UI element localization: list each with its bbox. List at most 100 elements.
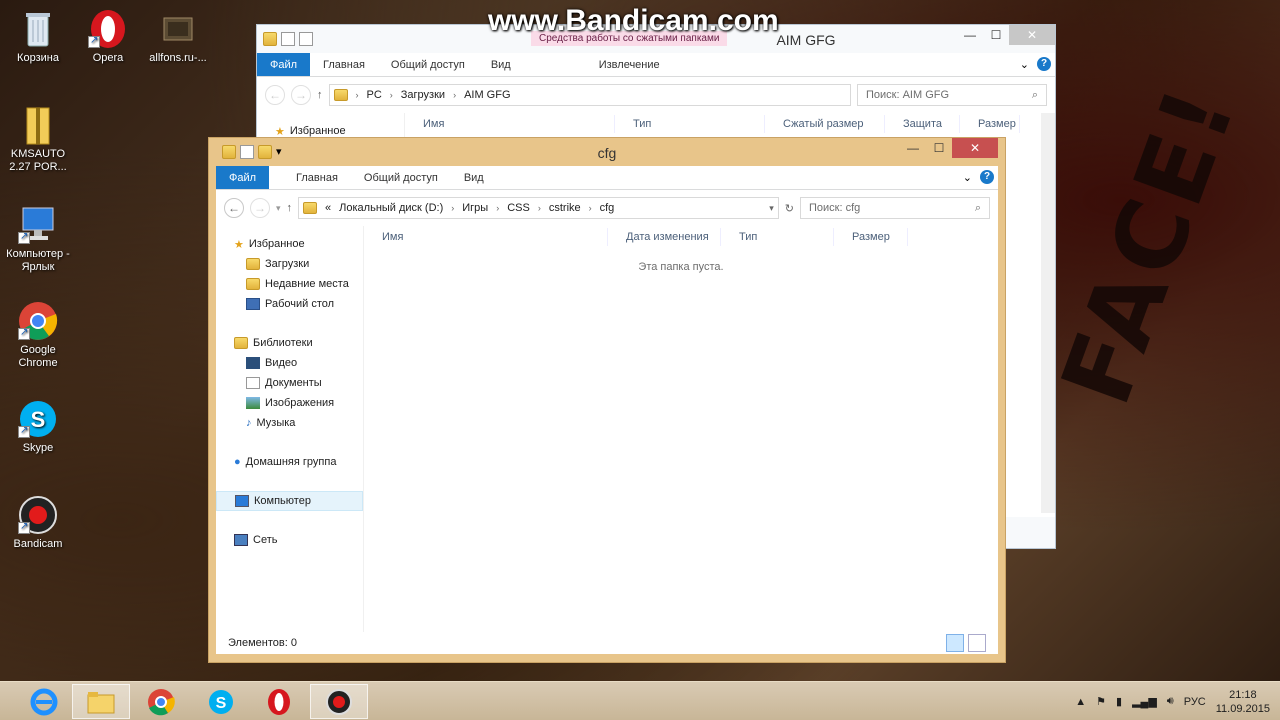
nav-item-recent[interactable]: Недавние места <box>216 274 363 294</box>
desktop-icon-skype[interactable]: S Skype <box>0 398 76 455</box>
volume-icon[interactable]: 🔊︎ <box>1167 695 1174 708</box>
minimize-button[interactable]: — <box>957 25 983 45</box>
breadcrumb-item[interactable]: cfg <box>600 202 615 214</box>
nav-item-network[interactable]: Сеть <box>216 530 363 550</box>
column-name[interactable]: Имя <box>405 115 615 133</box>
search-placeholder: Поиск: AIM GFG <box>866 89 950 101</box>
back-button[interactable]: ← <box>265 85 285 105</box>
column-date-modified[interactable]: Дата изменения <box>608 228 721 246</box>
breadcrumb-item[interactable]: Игры <box>462 202 488 214</box>
nav-item-images[interactable]: Изображения <box>216 393 363 413</box>
nav-item-documents[interactable]: Документы <box>216 373 363 393</box>
breadcrumb-item[interactable]: AIM GFG <box>464 89 510 101</box>
properties-icon[interactable] <box>281 32 295 46</box>
breadcrumb-item[interactable]: PC <box>367 89 382 101</box>
column-compressed-size[interactable]: Сжатый размер <box>765 115 885 133</box>
new-folder-icon[interactable] <box>299 32 313 46</box>
language-indicator[interactable]: РУС <box>1184 696 1206 708</box>
help-icon[interactable]: ? <box>980 170 994 184</box>
nav-item-desktop[interactable]: Рабочий стол <box>216 294 363 314</box>
taskbar-app-explorer[interactable] <box>72 684 130 719</box>
image-file-icon <box>158 8 198 48</box>
column-size[interactable]: Размер <box>834 228 908 246</box>
column-size[interactable]: Размер <box>960 115 1020 133</box>
taskbar-app-opera[interactable] <box>250 684 308 719</box>
new-folder-icon[interactable] <box>258 145 272 159</box>
system-tray: ▲ ⚑ ▮ ▂▄▆ 🔊︎ РУС 21:18 11.09.2015 <box>1075 682 1270 720</box>
recent-locations-icon[interactable]: ▾ <box>276 203 281 214</box>
tab-file[interactable]: Файл <box>216 166 270 189</box>
help-icon[interactable]: ? <box>1037 57 1051 71</box>
desktop-icon-opera[interactable]: Opera <box>70 8 146 65</box>
tab-view[interactable]: Вид <box>478 53 524 76</box>
breadcrumb-item[interactable]: Загрузки <box>401 89 445 101</box>
forward-button[interactable]: → <box>291 85 311 105</box>
show-hidden-icons-icon[interactable]: ▲ <box>1075 696 1086 708</box>
tab-file[interactable]: Файл <box>257 53 311 76</box>
search-input[interactable]: Поиск: cfg ⌕ <box>800 197 990 219</box>
archive-folder-icon <box>18 104 58 145</box>
tab-view[interactable]: Вид <box>451 166 497 189</box>
column-type[interactable]: Тип <box>615 115 765 133</box>
title-bar[interactable]: ▾ cfg — ☐ ✕ <box>216 138 998 166</box>
vertical-scrollbar[interactable] <box>1041 113 1055 513</box>
path-overflow[interactable]: « <box>325 202 331 214</box>
maximize-button[interactable]: ☐ <box>983 25 1009 45</box>
nav-item-homegroup[interactable]: ● Домашняя группа <box>216 452 363 472</box>
close-button[interactable]: ✕ <box>1009 25 1055 45</box>
tab-home[interactable]: Главная <box>310 53 378 76</box>
signal-icon[interactable]: ▂▄▆ <box>1132 695 1157 708</box>
nav-item-video[interactable]: Видео <box>216 353 363 373</box>
refresh-button[interactable]: ↻ <box>785 202 794 215</box>
desktop-icon-kmsauto[interactable]: KMSAUTO 2.27 POR... <box>0 104 76 174</box>
desktop-icon-recycle-bin[interactable]: Корзина <box>0 8 76 65</box>
search-input[interactable]: Поиск: AIM GFG ⌕ <box>857 84 1047 106</box>
tab-home[interactable]: Главная <box>283 166 351 189</box>
close-button[interactable]: ✕ <box>952 138 998 158</box>
taskbar-app-bandicam[interactable] <box>310 684 368 719</box>
desktop-icon-chrome[interactable]: Google Chrome <box>0 300 76 370</box>
images-icon <box>246 397 260 409</box>
taskbar-app-skype[interactable]: S <box>192 684 250 719</box>
desktop-icon-bandicam[interactable]: Bandicam <box>0 494 76 551</box>
flag-icon[interactable]: ⚑ <box>1096 695 1106 708</box>
clock[interactable]: 21:18 11.09.2015 <box>1216 688 1270 716</box>
chevron-down-icon[interactable]: ▾ <box>276 145 282 159</box>
breadcrumb-item[interactable]: CSS <box>507 202 530 214</box>
address-bar[interactable]: › PC › Загрузки › AIM GFG <box>328 84 851 106</box>
tab-share[interactable]: Общий доступ <box>351 166 451 189</box>
address-bar[interactable]: « Локальный диск (D:) › Игры › CSS › cst… <box>298 197 779 219</box>
explorer-window-cfg[interactable]: ▾ cfg — ☐ ✕ Файл Главная Общий доступ Ви… <box>208 137 1006 663</box>
taskbar-app-ie[interactable] <box>15 684 73 719</box>
maximize-button[interactable]: ☐ <box>926 138 952 158</box>
tab-share[interactable]: Общий доступ <box>378 53 478 76</box>
up-button[interactable]: ↑ <box>287 202 293 214</box>
minimize-button[interactable]: — <box>900 138 926 158</box>
desktop-icon-allfons[interactable]: allfons.ru-... <box>140 8 216 65</box>
chevron-down-icon[interactable]: ⌄ <box>963 171 972 184</box>
chevron-down-icon[interactable]: ⌄ <box>1020 58 1029 71</box>
details-view-icon[interactable] <box>946 634 964 652</box>
breadcrumb-item[interactable]: cstrike <box>549 202 581 214</box>
nav-item-libraries[interactable]: Библиотеки <box>216 333 363 353</box>
nav-item-downloads[interactable]: Загрузки <box>216 254 363 274</box>
nav-item-favorites[interactable]: ★ Избранное <box>216 234 363 254</box>
back-button[interactable]: ← <box>224 198 244 218</box>
forward-button[interactable]: → <box>250 198 270 218</box>
nav-item-computer[interactable]: Компьютер <box>216 491 363 511</box>
chevron-down-icon[interactable]: ▾ <box>769 203 774 214</box>
up-button[interactable]: ↑ <box>317 89 323 101</box>
column-name[interactable]: Имя <box>364 228 608 246</box>
nav-label: Изображения <box>265 397 335 409</box>
network-icon <box>234 534 248 546</box>
large-icons-view-icon[interactable] <box>968 634 986 652</box>
breadcrumb-item[interactable]: Локальный диск (D:) <box>339 202 443 214</box>
network-icon[interactable]: ▮ <box>1116 695 1122 708</box>
column-type[interactable]: Тип <box>721 228 834 246</box>
taskbar-app-chrome[interactable] <box>132 684 190 719</box>
column-password[interactable]: Защита па... <box>885 115 960 148</box>
desktop-icon-computer[interactable]: Компьютер - Ярлык <box>0 204 76 274</box>
properties-icon[interactable] <box>240 145 254 159</box>
tab-extract[interactable]: Извлечение <box>586 53 673 76</box>
nav-item-music[interactable]: ♪ Музыка <box>216 413 363 433</box>
